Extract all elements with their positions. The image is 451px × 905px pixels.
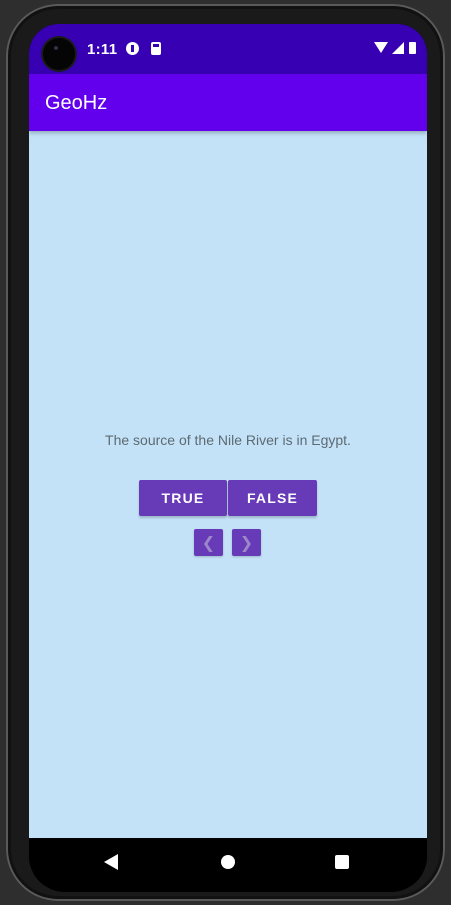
signal-icon bbox=[392, 42, 404, 54]
front-camera bbox=[43, 38, 75, 70]
app-title: GeoHz bbox=[45, 92, 108, 114]
notification-icon bbox=[126, 42, 139, 55]
wifi-icon bbox=[374, 42, 388, 53]
system-navigation-bar bbox=[29, 838, 427, 892]
phone-screen: 1:11 GeoHz The source of the Nile River … bbox=[29, 24, 427, 892]
status-time: 1:11 bbox=[87, 41, 118, 58]
false-button[interactable]: FALSE bbox=[228, 480, 317, 516]
recents-icon[interactable] bbox=[335, 855, 349, 869]
true-button[interactable]: TRUE bbox=[139, 480, 227, 516]
battery-icon bbox=[409, 42, 416, 54]
question-text: The source of the Nile River is in Egypt… bbox=[105, 432, 351, 448]
sd-card-icon bbox=[151, 42, 161, 55]
back-icon[interactable] bbox=[104, 854, 118, 870]
status-bar: 1:11 bbox=[29, 24, 427, 74]
app-bar: GeoHz bbox=[29, 74, 427, 131]
main-content: The source of the Nile River is in Egypt… bbox=[29, 131, 427, 838]
device-frame: 1:11 GeoHz The source of the Nile River … bbox=[0, 0, 451, 905]
next-button[interactable]: ❯ bbox=[232, 529, 261, 556]
home-icon[interactable] bbox=[221, 855, 235, 869]
previous-button[interactable]: ❮ bbox=[194, 529, 223, 556]
